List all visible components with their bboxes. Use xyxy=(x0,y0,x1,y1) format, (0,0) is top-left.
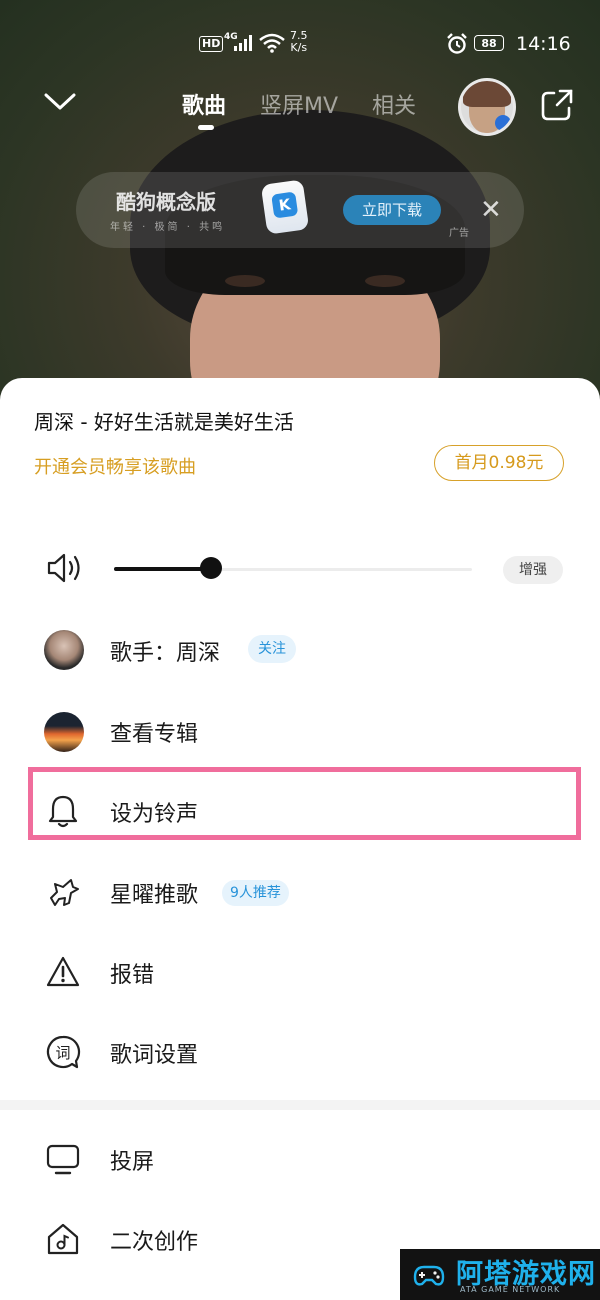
ad-subtitle: 年轻 · 极简 · 共鸣 xyxy=(110,222,226,233)
close-icon[interactable]: ✕ xyxy=(480,197,502,223)
menu-item-lyrics-settings[interactable]: 词 歌词设置 xyxy=(0,1022,600,1082)
hd-indicator: HD xyxy=(199,36,224,52)
battery-indicator: 88 xyxy=(474,35,504,51)
artwork-eye xyxy=(365,275,405,287)
volume-slider-fill xyxy=(114,567,211,571)
watermark-subtitle: ATA GAME NETWORK xyxy=(460,1285,561,1294)
menu-item-label: 星曜推歌 xyxy=(110,883,199,908)
ad-banner[interactable]: 酷狗概念版 年轻 · 极简 · 共鸣 K 立即下载 广告 ✕ xyxy=(76,172,524,248)
wifi-icon xyxy=(259,33,285,53)
ad-title: 酷狗概念版 xyxy=(116,190,216,214)
album-cover xyxy=(44,712,84,752)
logo-letter: K xyxy=(271,191,299,219)
menu-item-label: 查看专辑 xyxy=(110,722,199,747)
section-divider xyxy=(0,1100,600,1110)
avatar-hair xyxy=(463,81,511,107)
menu-item-label: 报错 xyxy=(110,963,155,988)
volume-slider-handle[interactable] xyxy=(199,557,222,579)
artwork-eye xyxy=(225,275,265,287)
singer-avatar xyxy=(44,630,84,670)
signal-icon xyxy=(234,35,252,51)
menu-item-label: 投屏 xyxy=(110,1150,155,1175)
star-pony-icon xyxy=(50,879,79,906)
tab-related[interactable]: 相关 xyxy=(372,88,416,120)
menu-item-label: 歌词设置 xyxy=(110,1043,199,1068)
menu-item-label: 歌手：周深 xyxy=(110,641,221,666)
vip-promo-text[interactable]: 开通会员畅享该歌曲 xyxy=(34,453,196,479)
alarm-icon xyxy=(447,33,467,54)
menu-item-report-error[interactable]: 报错 xyxy=(0,942,600,1002)
music-house-icon xyxy=(47,1223,79,1255)
menu-item-singer[interactable]: 歌手：周深 xyxy=(0,620,600,680)
kugou-logo-icon: K xyxy=(260,179,310,235)
network-speed: 7.5 K/s xyxy=(290,30,308,54)
status-bar: HD 4G 7.5 K/s 88 14:16 xyxy=(0,0,600,88)
menu-item-view-album[interactable]: 查看专辑 xyxy=(0,701,600,761)
svg-text:词: 词 xyxy=(55,1044,70,1062)
volume-icon[interactable] xyxy=(46,550,86,586)
clock: 14:16 xyxy=(516,33,571,55)
menu-item-label: 二次创作 xyxy=(110,1230,199,1255)
active-tab-indicator xyxy=(198,125,214,130)
site-watermark: 阿塔游戏网 ATA GAME NETWORK xyxy=(400,1249,600,1300)
chevron-down-icon[interactable] xyxy=(44,92,76,112)
more-options-sheet: 周深 - 好好生活就是美好生活 开通会员畅享该歌曲 首月0.98元 增强 歌手：… xyxy=(0,378,600,1300)
enhance-button[interactable]: 增强 xyxy=(503,556,563,584)
song-title: 周深 - 好好生活就是美好生活 xyxy=(34,410,294,434)
lyrics-icon: 词 xyxy=(46,1035,81,1069)
warning-icon xyxy=(46,956,80,987)
follow-button[interactable]: 关注 xyxy=(248,635,296,663)
gamepad-logo-icon xyxy=(413,1265,445,1286)
voice-badge-icon xyxy=(495,115,511,131)
cast-screen-icon xyxy=(46,1144,80,1175)
ad-download-button[interactable]: 立即下载 xyxy=(343,195,441,225)
vip-price-button[interactable]: 首月0.98元 xyxy=(434,445,564,481)
recommend-count-badge: 9人推荐 xyxy=(222,880,289,906)
singer-avatar-button[interactable] xyxy=(458,78,516,136)
menu-item-cast-screen[interactable]: 投屏 xyxy=(0,1129,600,1189)
highlight-box xyxy=(28,767,581,840)
ad-tag: 广告 xyxy=(449,228,469,239)
speed-unit: K/s xyxy=(290,41,308,54)
share-icon[interactable] xyxy=(540,88,574,122)
menu-item-star-recommend[interactable]: 星曜推歌 xyxy=(0,862,600,922)
tab-song[interactable]: 歌曲 xyxy=(182,88,226,120)
tab-vertical-mv[interactable]: 竖屏MV xyxy=(260,88,338,120)
